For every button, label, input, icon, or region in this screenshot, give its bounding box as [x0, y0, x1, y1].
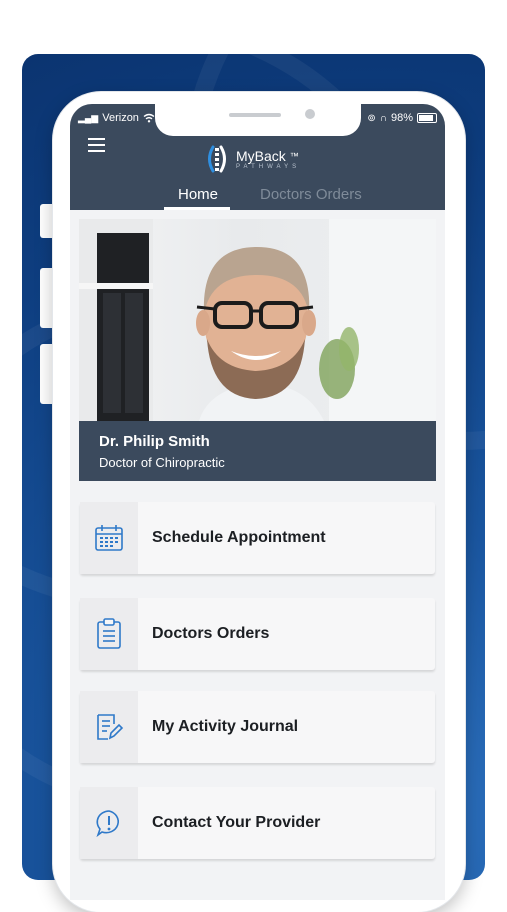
spine-logo-icon [208, 145, 226, 173]
journal-edit-icon [97, 714, 124, 740]
doctor-photo [79, 219, 436, 421]
menu-icon-container [80, 502, 138, 574]
headphones-icon: ∩ [379, 112, 387, 124]
battery-percent: 98% [390, 112, 413, 124]
tab-doctors-orders[interactable]: Doctors Orders [260, 186, 362, 203]
app-logo: MyBack ™ PATHWAYS [204, 144, 300, 174]
menu-icon[interactable] [88, 138, 105, 152]
app-header: ▂▄▆ Verizon ⊚ ∩ 98% MyBack ™ PATHWAYS Ho… [70, 104, 445, 210]
doctors-orders-button[interactable]: Doctors Orders [80, 598, 435, 670]
menu-label: Schedule Appointment [152, 529, 326, 546]
contact-provider-button[interactable]: Contact Your Provider [80, 787, 435, 859]
clipboard-icon [97, 618, 121, 649]
front-camera [305, 109, 315, 119]
doctor-profile-card[interactable]: Dr. Philip Smith Doctor of Chiropractic [79, 219, 436, 481]
speaker-grille [229, 113, 281, 117]
menu-icon-container [80, 787, 138, 859]
status-bar-left: ▂▄▆ Verizon [78, 112, 155, 124]
status-bar-right: ⊚ ∩ 98% [367, 112, 437, 124]
signal-icon: ▂▄▆ [78, 112, 99, 123]
phone-volume-down [40, 344, 54, 404]
phone-notch [155, 104, 361, 136]
menu-icon-container [80, 598, 138, 670]
schedule-appointment-button[interactable]: Schedule Appointment [80, 502, 435, 574]
wifi-icon [143, 113, 155, 123]
doctor-caption: Dr. Philip Smith Doctor of Chiropractic [79, 421, 436, 481]
app-subtitle: PATHWAYS [236, 163, 301, 170]
active-tab-indicator [164, 207, 230, 210]
doctor-name: Dr. Philip Smith [99, 433, 210, 450]
activity-journal-button[interactable]: My Activity Journal [80, 691, 435, 763]
carrier-label: Verizon [102, 112, 139, 124]
battery-icon [417, 113, 437, 123]
calendar-icon [95, 525, 123, 551]
phone-silent-switch [40, 204, 54, 238]
location-icon: ⊚ [367, 112, 376, 124]
app-screen: ▂▄▆ Verizon ⊚ ∩ 98% MyBack ™ PATHWAYS Ho… [70, 104, 445, 900]
phone-volume-up [40, 268, 54, 328]
chat-alert-icon [96, 810, 119, 838]
menu-icon-container [80, 691, 138, 763]
app-name: MyBack [236, 147, 286, 164]
tab-home[interactable]: Home [178, 186, 218, 203]
menu-label: Doctors Orders [152, 625, 270, 642]
menu-label: My Activity Journal [152, 718, 299, 735]
app-trademark: ™ [289, 150, 299, 161]
menu-label: Contact Your Provider [152, 814, 321, 831]
doctor-title: Doctor of Chiropractic [99, 455, 225, 470]
